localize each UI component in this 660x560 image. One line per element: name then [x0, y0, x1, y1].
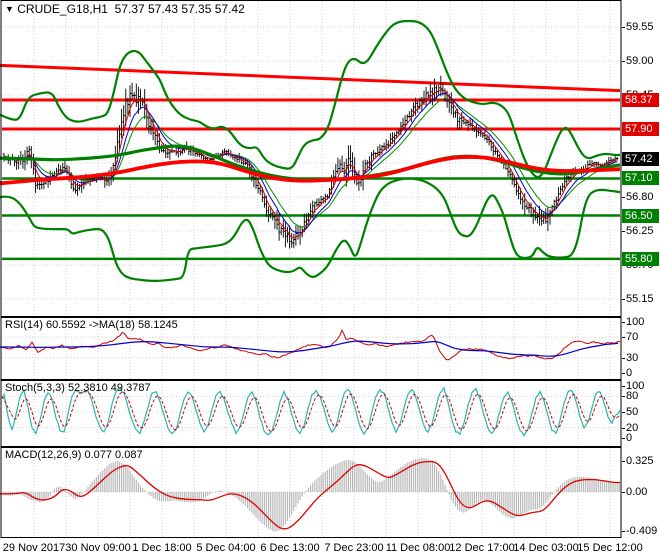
axis-tick-mark	[622, 438, 625, 439]
time-label: 30 Nov 09:00	[65, 542, 130, 554]
axis-tick-mark	[622, 197, 625, 198]
axis-tick-mark	[622, 412, 625, 413]
symbol-period-label: CRUDE_G18,H1	[17, 2, 108, 16]
price-badge-green: 57.10	[622, 171, 659, 185]
time-axis[interactable]: 29 Nov 201730 Nov 09:001 Dec 18:00 5 Dec …	[0, 539, 660, 560]
axis-tick-label: 100	[626, 316, 660, 328]
resistance-trendline	[0, 65, 620, 90]
time-label: 29 Nov 2017	[3, 542, 65, 554]
price-badge-black: 57.42	[622, 152, 659, 166]
ohlc-values: 57.37 57.43 57.35 57.42	[115, 2, 245, 16]
axis-tick-label: 30	[626, 352, 660, 364]
axis-tick-label: 0.00	[626, 486, 660, 498]
axis-tick-label: 56.25	[626, 225, 660, 237]
time-label: 11 Dec 08:00	[386, 542, 451, 554]
axis-tick-mark	[622, 322, 625, 323]
axis-tick-mark	[622, 531, 625, 532]
axis-tick-mark	[622, 27, 625, 28]
rsi-ma-line	[0, 341, 618, 356]
axis-tick-mark	[622, 492, 625, 493]
axis-tick-label: 55.15	[626, 293, 660, 305]
time-label: 14 Dec 03:00	[513, 542, 578, 554]
axis-tick-label: 70	[626, 331, 660, 343]
axis-tick-label: -0.409	[626, 525, 660, 537]
rsi-indicator-label: RSI(14) 60.5592 ->MA(18) 58.1245	[5, 319, 178, 331]
macd-histogram	[4, 458, 619, 532]
price-axis[interactable]: 59.5559.0058.4557.3556.8056.2555.7055.15…	[622, 0, 660, 560]
axis-tick-label: 0	[626, 367, 660, 379]
axis-tick-mark	[622, 358, 625, 359]
chart-title: ▼ CRUDE_G18,H1 57.37 57.43 57.35 57.42	[5, 2, 245, 16]
price-badge-green: 56.50	[622, 209, 659, 223]
axis-tick-label: 0	[626, 432, 660, 444]
time-label: 12 Dec 17:00	[449, 542, 514, 554]
axis-tick-mark	[622, 396, 625, 397]
time-label: 6 Dec 13:00	[260, 542, 319, 554]
axis-tick-mark	[622, 299, 625, 300]
axis-tick-mark	[622, 337, 625, 338]
time-label: 5 Dec 04:00	[196, 542, 255, 554]
axis-tick-label: 50	[626, 406, 660, 418]
time-label: 1 Dec 18:00	[132, 542, 191, 554]
time-label: 7 Dec 23:00	[324, 542, 383, 554]
chart-window: ▼ CRUDE_G18,H1 57.37 57.43 57.35 57.42 R…	[0, 0, 660, 560]
main-chart-canvas[interactable]	[0, 0, 622, 317]
axis-tick-mark	[622, 373, 625, 374]
price-badge-green: 55.80	[622, 252, 659, 266]
price-badge-red: 57.90	[622, 122, 659, 136]
stochastic-indicator-label: Stoch(5,3,3) 52.3810 49.3787	[5, 382, 151, 394]
dropdown-triangle-icon[interactable]: ▼	[5, 4, 14, 14]
macd-indicator-label: MACD(12,26,9) 0.077 0.087	[5, 449, 143, 461]
bollinger-lower-line	[0, 179, 620, 281]
axis-tick-mark	[622, 386, 625, 387]
axis-tick-label: 80	[626, 390, 660, 402]
axis-tick-label: 0.325	[626, 455, 660, 467]
axis-tick-mark	[622, 61, 625, 62]
axis-tick-mark	[622, 461, 625, 462]
axis-tick-label: 59.00	[626, 55, 660, 67]
axis-tick-mark	[622, 231, 625, 232]
axis-tick-label: 56.80	[626, 191, 660, 203]
axis-tick-mark	[622, 428, 625, 429]
price-badge-red: 58.37	[622, 93, 659, 107]
axis-tick-label: 59.55	[626, 21, 660, 33]
